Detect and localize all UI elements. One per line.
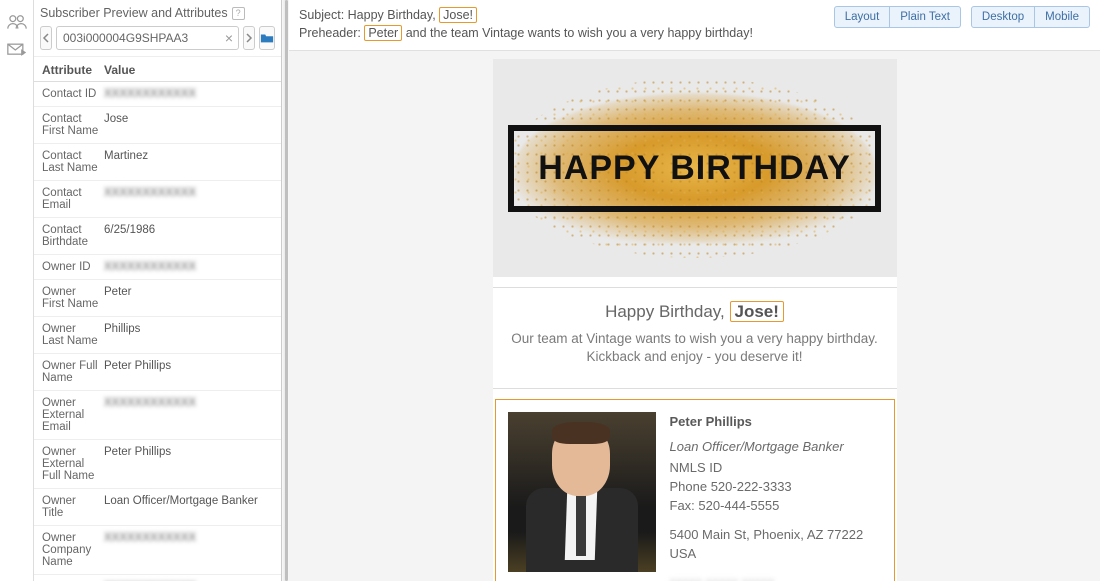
table-row: Contact Birthdate6/25/1986 (34, 218, 281, 255)
panel-resizer[interactable] (282, 0, 289, 581)
attr-value: XXXXXXXXXXXX (104, 532, 196, 568)
preheader-merge-highlight: Peter (364, 25, 402, 41)
layout-view-button[interactable]: Layout (834, 6, 891, 28)
attr-table-header: Attribute Value (34, 56, 281, 82)
hero-image: HAPPY BIRTHDAY (493, 59, 897, 277)
table-row: Owner External EmailXXXXXXXXXXXX (34, 391, 281, 440)
attr-label: Contact Last Name (42, 150, 104, 174)
attr-value: Phillips (104, 323, 140, 347)
attr-label: Contact ID (42, 88, 104, 100)
attr-value: XXXXXXXXXXXX (104, 88, 196, 100)
sig-addr1: 5400 Main St, Phoenix, AZ 77222 (670, 525, 882, 544)
table-row: Owner AddressXXXXXXXXXXXX (34, 575, 281, 581)
divider (493, 287, 897, 288)
subscriber-id-input[interactable] (56, 26, 239, 50)
attr-value: XXXXXXXXXXXX (104, 261, 196, 273)
sig-addr2: USA (670, 544, 882, 563)
attr-label: Contact Email (42, 187, 104, 211)
divider (493, 388, 897, 389)
attr-label: Contact Birthdate (42, 224, 104, 248)
sig-redacted: xxxxx xxxxx xxxxxxxxxx xxxxx (670, 575, 882, 581)
attr-label: Owner Title (42, 495, 104, 519)
subject-merge-highlight: Jose! (439, 7, 477, 23)
subscribers-icon[interactable] (0, 8, 34, 36)
table-row: Owner Company NameXXXXXXXXXXXX (34, 526, 281, 575)
next-subscriber-button[interactable] (243, 26, 255, 50)
attr-value: Martinez (104, 150, 148, 174)
view-toggle-group: Layout Plain Text Desktop Mobile (834, 6, 1090, 28)
clear-input-icon[interactable]: × (225, 30, 233, 46)
prev-subscriber-button[interactable] (40, 26, 52, 50)
signature-headshot (508, 412, 656, 572)
value-col-header: Value (104, 63, 135, 77)
attr-label: Owner ID (42, 261, 104, 273)
preview-scroll-area[interactable]: HAPPY BIRTHDAY Happy Birthday, Jose! Our… (289, 51, 1100, 581)
attr-label: Owner Company Name (42, 532, 104, 568)
signature-card: Peter Phillips Loan Officer/Mortgage Ban… (495, 399, 895, 581)
email-canvas: HAPPY BIRTHDAY Happy Birthday, Jose! Our… (493, 59, 897, 581)
table-row: Contact IDXXXXXXXXXXXX (34, 82, 281, 107)
attr-label: Owner External Full Name (42, 446, 104, 482)
attr-label: Owner Last Name (42, 323, 104, 347)
attr-label: Contact First Name (42, 113, 104, 137)
desktop-view-button[interactable]: Desktop (971, 6, 1035, 28)
attr-col-header: Attribute (42, 63, 104, 77)
attr-value: Jose (104, 113, 128, 137)
table-row: Owner Full NamePeter Phillips (34, 354, 281, 391)
subscriber-lookup: × (34, 24, 281, 56)
sidebar-title-text: Subscriber Preview and Attributes (40, 6, 228, 20)
table-row: Contact First NameJose (34, 107, 281, 144)
sig-fax: Fax: 520-444-5555 (670, 496, 882, 515)
sidebar-title: Subscriber Preview and Attributes ? (34, 0, 281, 24)
table-row: Owner Last NamePhillips (34, 317, 281, 354)
mobile-view-button[interactable]: Mobile (1035, 6, 1090, 28)
plaintext-view-button[interactable]: Plain Text (890, 6, 961, 28)
sig-name: Peter Phillips (670, 412, 882, 431)
preview-topbar: Subject: Happy Birthday, Jose! Preheader… (289, 0, 1100, 51)
sig-title: Loan Officer/Mortgage Banker (670, 437, 882, 456)
table-row: Owner IDXXXXXXXXXXXX (34, 255, 281, 280)
subject-line: Subject: Happy Birthday, Jose! (299, 6, 753, 24)
attr-table-body[interactable]: Contact IDXXXXXXXXXXXXContact First Name… (34, 82, 281, 581)
table-row: Owner First NamePeter (34, 280, 281, 317)
attr-label: Owner Full Name (42, 360, 104, 384)
subscriber-sidebar: Subscriber Preview and Attributes ? × At… (34, 0, 282, 581)
greeting-merge-highlight: Jose! (730, 301, 784, 322)
preview-pane: Subject: Happy Birthday, Jose! Preheader… (289, 0, 1100, 581)
attr-label: Owner First Name (42, 286, 104, 310)
send-preview-icon[interactable] (0, 36, 34, 64)
browse-subscribers-button[interactable] (259, 26, 275, 50)
attr-value: XXXXXXXXXXXX (104, 187, 196, 211)
signature-info: Peter Phillips Loan Officer/Mortgage Ban… (670, 412, 882, 581)
attr-value: XXXXXXXXXXXX (104, 397, 196, 433)
body-text: Our team at Vintage wants to wish you a … (493, 330, 897, 378)
hero-headline: HAPPY BIRTHDAY (538, 149, 851, 188)
attr-value: 6/25/1986 (104, 224, 155, 248)
attr-value: Peter Phillips (104, 446, 171, 482)
attr-value: Loan Officer/Mortgage Banker (104, 495, 258, 519)
table-row: Owner External Full NamePeter Phillips (34, 440, 281, 489)
attr-value: Peter (104, 286, 132, 310)
table-row: Owner TitleLoan Officer/Mortgage Banker (34, 489, 281, 526)
table-row: Contact Last NameMartinez (34, 144, 281, 181)
sig-nmls: NMLS ID (670, 458, 882, 477)
help-icon[interactable]: ? (232, 7, 245, 20)
attr-label: Owner External Email (42, 397, 104, 433)
table-row: Contact EmailXXXXXXXXXXXX (34, 181, 281, 218)
sig-phone: Phone 520-222-3333 (670, 477, 882, 496)
tool-rail (0, 0, 34, 581)
greeting-line: Happy Birthday, Jose! (493, 302, 897, 322)
attr-value: Peter Phillips (104, 360, 171, 384)
preheader-line: Preheader: Peter and the team Vintage wa… (299, 24, 753, 42)
